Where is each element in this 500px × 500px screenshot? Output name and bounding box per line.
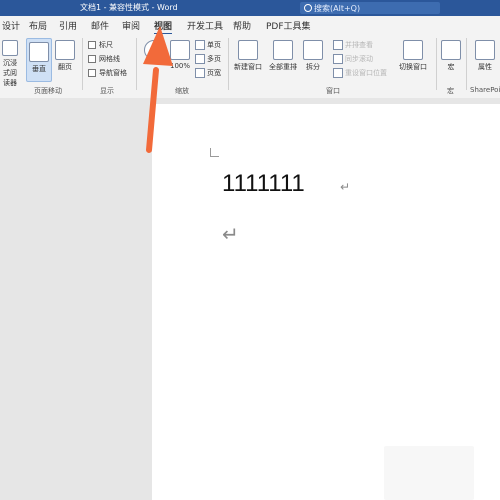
- ruler-checkbox[interactable]: 标尺: [88, 40, 113, 50]
- arrange-all-label: 全部重排: [269, 63, 297, 71]
- title-bar: 文档1 - 兼容性模式 - Word 搜索(Alt+Q): [0, 0, 500, 16]
- ribbon: 沉浸式阅读器 垂直 翻页 页面移动 标尺 网格线 导航窗格 显示 100% 单页…: [0, 34, 500, 99]
- tab-references[interactable]: 引用: [59, 19, 77, 32]
- vertical-label: 垂直: [32, 65, 46, 73]
- macros-button[interactable]: 宏: [440, 40, 462, 72]
- sync-scroll-label: 同步滚动: [345, 55, 373, 63]
- document-text-line: 1111111: [222, 170, 305, 197]
- vertical-page-icon: [29, 42, 49, 62]
- ruler-label: 标尺: [99, 41, 113, 49]
- vertical-page-button[interactable]: 垂直: [26, 38, 52, 82]
- checkbox-icon: [88, 55, 96, 63]
- split-icon: [303, 40, 323, 60]
- new-window-button[interactable]: 新建窗口: [232, 40, 264, 72]
- window-title: 文档1 - 兼容性模式 - Word: [80, 3, 178, 12]
- immersive-reader-label: 沉浸式阅读器: [3, 59, 17, 87]
- watermark-box: [384, 446, 474, 500]
- tab-pdf-tools[interactable]: PDF工具集: [266, 19, 311, 32]
- ribbon-tabs: 设计 布局 引用 邮件 审阅 视图 开发工具 帮助 PDF工具集: [0, 16, 500, 35]
- macros-icon: [441, 40, 461, 60]
- sync-scroll-icon: [333, 54, 343, 64]
- macros-label: 宏: [447, 63, 455, 71]
- search-placeholder: 搜索(Alt+Q): [314, 4, 361, 13]
- page-turn-label: 翻页: [58, 63, 72, 71]
- switch-windows-button[interactable]: 切换窗口: [396, 40, 430, 72]
- side-by-side-label: 并排查看: [345, 41, 373, 49]
- switch-windows-label: 切换窗口: [399, 63, 427, 71]
- sharepoint-group-label: SharePoint: [470, 86, 500, 94]
- zoom-100-icon: [170, 40, 190, 60]
- nav-pane-checkbox[interactable]: 导航窗格: [88, 68, 127, 78]
- tab-mailings[interactable]: 邮件: [91, 19, 109, 32]
- zoom-group-label: 缩放: [175, 87, 189, 95]
- arrange-all-button[interactable]: 全部重排: [267, 40, 299, 72]
- document-page[interactable]: 1111111 ↵ ↵: [152, 104, 500, 500]
- new-window-icon: [238, 40, 258, 60]
- side-by-side-icon: [333, 40, 343, 50]
- immersive-reader-button[interactable]: 沉浸式阅读器: [0, 40, 20, 88]
- checkbox-icon: [88, 41, 96, 49]
- multi-page-button[interactable]: 多页: [195, 54, 221, 64]
- page-move-group-label: 页面移动: [34, 87, 62, 95]
- zoom-icon: [144, 40, 164, 60]
- split-label: 拆分: [306, 63, 320, 71]
- page-width-icon: [195, 68, 205, 78]
- gridlines-label: 网格线: [99, 55, 120, 63]
- tab-view[interactable]: 视图: [154, 19, 173, 35]
- zoom-100-button[interactable]: 100%: [168, 40, 192, 70]
- paragraph-mark-icon: ↵: [340, 180, 351, 194]
- checkbox-icon: [88, 69, 96, 77]
- reset-window-button[interactable]: 重设窗口位置: [333, 68, 387, 78]
- sync-scroll-button[interactable]: 同步滚动: [333, 54, 373, 64]
- switch-windows-icon: [403, 40, 423, 60]
- single-page-icon: [195, 40, 205, 50]
- macros-group-label: 宏: [447, 87, 454, 95]
- gridlines-checkbox[interactable]: 网格线: [88, 54, 120, 64]
- new-window-label: 新建窗口: [234, 63, 262, 71]
- zoom-button[interactable]: [143, 40, 165, 62]
- page-turn-icon: [55, 40, 75, 60]
- single-page-button[interactable]: 单页: [195, 40, 221, 50]
- properties-icon: [475, 40, 495, 60]
- search-icon: [304, 4, 312, 12]
- page-width-label: 页宽: [207, 69, 221, 77]
- book-icon: [2, 40, 18, 56]
- separator: [228, 38, 229, 90]
- window-group-label: 窗口: [326, 87, 340, 95]
- split-button[interactable]: 拆分: [302, 40, 324, 72]
- separator: [136, 38, 137, 90]
- paragraph-mark-icon: ↵: [222, 222, 239, 246]
- page-width-button[interactable]: 页宽: [195, 68, 221, 78]
- page-turn-button[interactable]: 翻页: [54, 40, 76, 72]
- search-box[interactable]: 搜索(Alt+Q): [300, 2, 440, 14]
- side-by-side-button[interactable]: 并排查看: [333, 40, 373, 50]
- separator: [436, 38, 437, 90]
- properties-label: 属性: [478, 63, 492, 71]
- reset-window-label: 重设窗口位置: [345, 69, 387, 77]
- separator: [82, 38, 83, 90]
- tab-layout[interactable]: 布局: [29, 19, 47, 32]
- multi-page-icon: [195, 54, 205, 64]
- multi-page-label: 多页: [207, 55, 221, 63]
- tab-help[interactable]: 帮助: [233, 19, 251, 32]
- tab-design[interactable]: 设计: [2, 19, 20, 32]
- tab-review[interactable]: 审阅: [122, 19, 140, 32]
- zoom-100-label: 100%: [169, 62, 190, 70]
- arrange-all-icon: [273, 40, 293, 60]
- single-page-label: 单页: [207, 41, 221, 49]
- tab-developer[interactable]: 开发工具: [187, 19, 223, 32]
- nav-pane-label: 导航窗格: [99, 69, 127, 77]
- properties-button[interactable]: 属性: [474, 40, 496, 72]
- reset-window-icon: [333, 68, 343, 78]
- margin-corner-mark: [210, 148, 219, 157]
- show-group-label: 显示: [100, 87, 114, 95]
- separator: [466, 38, 467, 90]
